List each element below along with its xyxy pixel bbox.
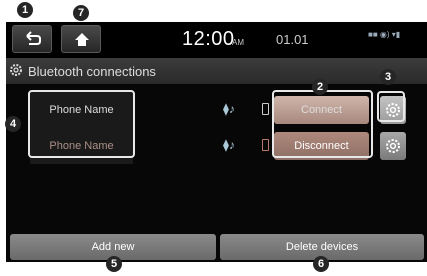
callout-marker: 2: [312, 79, 328, 95]
back-icon: [26, 31, 41, 45]
callout-marker: 5: [106, 256, 122, 272]
clock-time: 12:00: [182, 28, 235, 50]
callout-marker: 4: [5, 116, 21, 132]
device-settings-button[interactable]: [380, 132, 406, 160]
home-icon: [75, 33, 89, 46]
phone-icon: [262, 103, 269, 115]
page-title: Bluetooth connections: [28, 64, 156, 79]
settings-button-highlight: [377, 91, 405, 122]
device-names-highlight: [28, 90, 135, 158]
callout-marker: 7: [73, 5, 89, 21]
music-note-icon: ⧫♪: [223, 138, 235, 152]
date-display: 01.01: [276, 32, 309, 47]
callout-marker: 3: [380, 69, 396, 85]
home-button[interactable]: [61, 25, 101, 53]
settings-gear-icon: [386, 139, 400, 153]
callout-marker: 6: [313, 256, 329, 272]
status-icons: ■■ ◉) ▾▮: [368, 30, 401, 39]
music-note-icon: ⧫♪: [223, 102, 235, 116]
clock-ampm: AM: [232, 38, 244, 47]
back-button[interactable]: [12, 25, 52, 53]
phone-icon: [262, 139, 269, 151]
connect-buttons-highlight: [272, 90, 373, 158]
top-bar: 12:00 AM 01.01 ■■ ◉) ▾▮: [6, 22, 427, 58]
callout-marker: 1: [17, 2, 33, 18]
title-bar: Bluetooth connections: [6, 58, 427, 84]
settings-gear-icon: [10, 64, 22, 76]
